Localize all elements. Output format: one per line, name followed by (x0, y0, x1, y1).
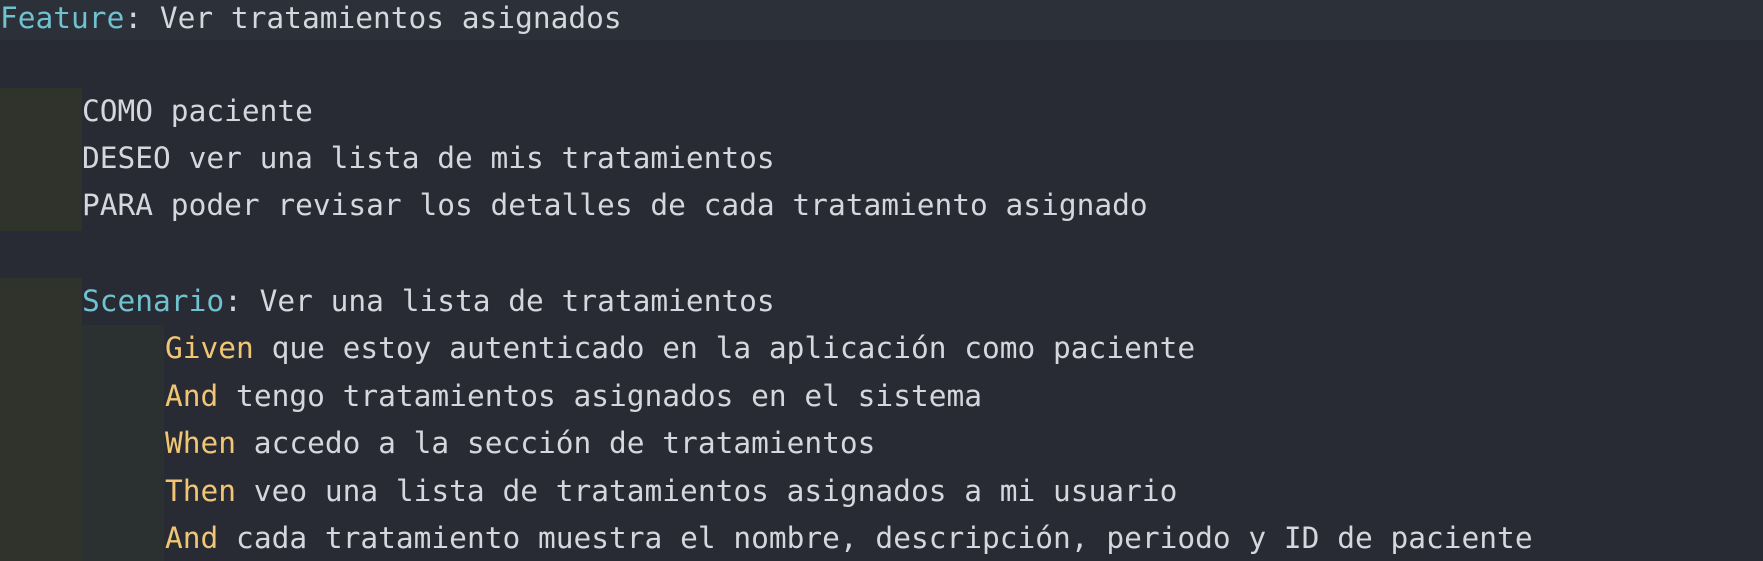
feature-line: Feature: Ver tratamientos asignados (0, 0, 1763, 40)
step-keyword: When (165, 426, 237, 460)
scenario-separator: : (224, 284, 242, 318)
step-text: que estoy autenticado en la aplicación c… (253, 331, 1196, 365)
indent-guide-level-2 (82, 325, 164, 561)
description-line: DESEO ver una lista de mis tratamientos (0, 135, 775, 182)
step-line: And tengo tratamientos asignados en el s… (0, 373, 982, 420)
feature-separator: : (124, 1, 143, 35)
step-line: Given que estoy autenticado en la aplica… (0, 325, 1195, 372)
step-text: accedo a la sección de tratamientos (236, 426, 876, 460)
description-text: DESEO ver una lista de mis tratamientos (82, 141, 775, 175)
step-text: tengo tratamientos asignados en el siste… (218, 379, 982, 413)
code-editor[interactable]: Feature: Ver tratamientos asignados COMO… (0, 0, 1763, 561)
step-keyword: And (165, 379, 219, 413)
description-text: PARA poder revisar los detalles de cada … (82, 188, 1148, 222)
feature-title: Ver tratamientos asignados (142, 1, 622, 35)
step-line: And cada tratamiento muestra el nombre, … (0, 515, 1533, 561)
step-line: When accedo a la sección de tratamientos (0, 420, 875, 467)
description-line: PARA poder revisar los detalles de cada … (0, 182, 1148, 229)
step-text: veo una lista de tratamientos asignados … (236, 474, 1178, 508)
description-text: COMO paciente (82, 94, 313, 128)
scenario-line: Scenario: Ver una lista de tratamientos (0, 278, 775, 325)
feature-keyword: Feature (0, 1, 125, 35)
description-line: COMO paciente (0, 88, 313, 135)
step-keyword: And (165, 521, 219, 555)
scenario-keyword: Scenario (82, 284, 225, 318)
step-text: cada tratamiento muestra el nombre, desc… (218, 521, 1533, 555)
step-keyword: Then (165, 474, 237, 508)
step-line: Then veo una lista de tratamientos asign… (0, 468, 1177, 515)
scenario-title: Ver una lista de tratamientos (241, 284, 775, 318)
step-keyword: Given (165, 331, 254, 365)
